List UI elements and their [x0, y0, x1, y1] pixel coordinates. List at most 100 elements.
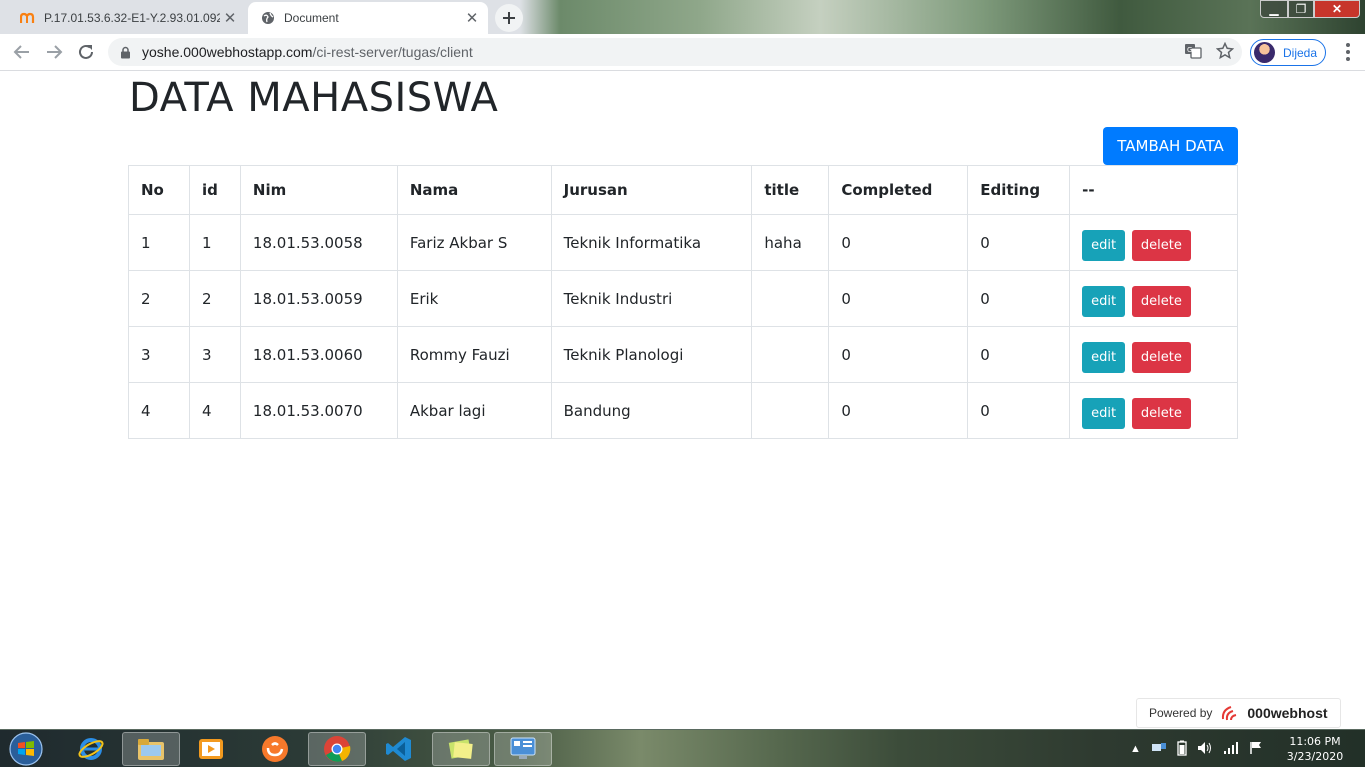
action-center-flag-icon[interactable]	[1249, 741, 1263, 758]
tab-moodle[interactable]: P.17.01.53.6.32-E1-Y.2.93.01.092- ✕	[8, 2, 246, 34]
cell-jurusan: Bandung	[550, 382, 753, 439]
url-path: /ci-rest-server/tugas/client	[312, 44, 473, 60]
header-id: id	[188, 165, 241, 215]
table-row: 3 3 18.01.53.0060 Rommy Fauzi Teknik Pla…	[128, 326, 1238, 383]
new-tab-button[interactable]	[495, 4, 523, 32]
cell-nama: Erik	[396, 270, 552, 327]
close-icon[interactable]: ✕	[462, 8, 482, 28]
menu-dots-icon[interactable]	[1340, 42, 1356, 62]
maximize-button[interactable]: ❐	[1288, 0, 1314, 18]
delete-button[interactable]: delete	[1131, 285, 1191, 317]
volume-icon[interactable]	[1197, 741, 1213, 758]
edit-button[interactable]: edit	[1082, 397, 1126, 429]
cell-editing: 0	[967, 214, 1071, 271]
back-button[interactable]	[10, 40, 34, 64]
vscode-icon[interactable]	[370, 732, 428, 766]
uc-browser-icon[interactable]	[246, 732, 304, 766]
network-flag-icon[interactable]	[1151, 741, 1167, 758]
close-window-button[interactable]: ✕	[1314, 0, 1360, 18]
back-arrow-icon	[13, 45, 29, 59]
page-title: DATA MAHASISWA	[129, 75, 499, 121]
cell-no: 4	[128, 382, 190, 439]
bookmark-star-icon[interactable]	[1215, 41, 1235, 65]
media-player-icon[interactable]	[182, 732, 240, 766]
cell-jurusan: Teknik Informatika	[550, 214, 753, 271]
table-row: 4 4 18.01.53.0070 Akbar lagi Bandung 0 0…	[128, 382, 1238, 439]
cell-actions: edit delete	[1069, 270, 1238, 327]
profile-button[interactable]: Dijeda	[1250, 39, 1326, 66]
cell-actions: edit delete	[1069, 382, 1238, 439]
add-data-button[interactable]: TAMBAH DATA	[1103, 127, 1238, 165]
minimize-button[interactable]: ▁	[1260, 0, 1288, 18]
avatar	[1254, 42, 1275, 63]
cell-completed: 0	[828, 214, 969, 271]
cell-nim: 18.01.53.0058	[239, 214, 398, 271]
reload-button[interactable]	[74, 40, 98, 64]
tab-document[interactable]: Document ✕	[248, 2, 488, 34]
svg-text:G: G	[1187, 46, 1192, 54]
edit-button[interactable]: edit	[1082, 341, 1126, 373]
start-button[interactable]	[4, 731, 48, 767]
translate-icon[interactable]: G	[1184, 42, 1202, 65]
plus-icon	[503, 12, 515, 24]
powered-by-badge[interactable]: Powered by 000webhost	[1136, 698, 1341, 728]
globe-icon	[260, 10, 276, 26]
header-nama: Nama	[396, 165, 552, 215]
cell-id: 3	[188, 326, 241, 383]
cell-nama: Rommy Fauzi	[396, 326, 552, 383]
cell-editing: 0	[967, 270, 1071, 327]
cell-title: haha	[751, 214, 830, 271]
cell-title	[751, 270, 830, 327]
signal-icon[interactable]	[1223, 741, 1239, 758]
header-title: title	[751, 165, 830, 215]
url-text: yoshe.000webhostapp.com/ci-rest-server/t…	[142, 44, 473, 60]
cell-jurusan: Teknik Planologi	[550, 326, 753, 383]
clock-time: 11:06 PM	[1289, 735, 1341, 748]
cell-no: 3	[128, 326, 190, 383]
address-bar[interactable]: yoshe.000webhostapp.com/ci-rest-server/t…	[108, 38, 1242, 66]
edit-button[interactable]: edit	[1082, 229, 1126, 261]
delete-button[interactable]: delete	[1131, 397, 1191, 429]
cell-nama: Fariz Akbar S	[396, 214, 552, 271]
cell-completed: 0	[828, 382, 969, 439]
reload-icon	[79, 44, 93, 59]
powered-by-brand: 000webhost	[1247, 705, 1328, 721]
tab-title: P.17.01.53.6.32-E1-Y.2.93.01.092-	[44, 11, 220, 25]
cell-title	[751, 326, 830, 383]
battery-icon[interactable]	[1177, 740, 1187, 759]
control-panel-icon[interactable]	[494, 732, 552, 766]
internet-explorer-icon[interactable]	[62, 732, 120, 766]
header-completed: Completed	[828, 165, 969, 215]
cell-id: 4	[188, 382, 241, 439]
forward-arrow-icon	[47, 45, 63, 59]
tab-title: Document	[284, 11, 339, 25]
delete-button[interactable]: delete	[1131, 341, 1191, 373]
header-jurusan: Jurusan	[550, 165, 753, 215]
delete-button[interactable]: delete	[1131, 229, 1191, 261]
forward-button[interactable]	[42, 40, 66, 64]
cell-id: 1	[188, 214, 241, 271]
cell-editing: 0	[967, 326, 1071, 383]
chrome-icon[interactable]	[308, 732, 366, 766]
header-nim: Nim	[239, 165, 398, 215]
student-table: No id Nim Nama Jurusan title Completed E…	[128, 165, 1238, 439]
edit-button[interactable]: edit	[1082, 285, 1126, 317]
000webhost-logo-icon	[1220, 704, 1242, 722]
browser-toolbar: yoshe.000webhostapp.com/ci-rest-server/t…	[0, 34, 1365, 71]
clock-date: 3/23/2020	[1286, 750, 1344, 763]
lock-icon	[120, 45, 132, 59]
browser-titlebar: P.17.01.53.6.32-E1-Y.2.93.01.092- ✕ Docu…	[0, 0, 1365, 34]
cell-nim: 18.01.53.0059	[239, 270, 398, 327]
show-hidden-icons-icon[interactable]: ▲	[1130, 743, 1141, 755]
table-header-row: No id Nim Nama Jurusan title Completed E…	[128, 165, 1238, 215]
header-no: No	[128, 165, 190, 215]
close-icon[interactable]: ✕	[220, 8, 240, 28]
windows-taskbar: ▲ 11:06 PM 3/23/2020	[0, 729, 1365, 767]
table-row: 1 1 18.01.53.0058 Fariz Akbar S Teknik I…	[128, 214, 1238, 271]
taskbar-clock[interactable]: 11:06 PM 3/23/2020	[1282, 734, 1348, 764]
notes-app-icon[interactable]	[432, 732, 490, 766]
cell-title	[751, 382, 830, 439]
file-explorer-icon[interactable]	[122, 732, 180, 766]
cell-completed: 0	[828, 270, 969, 327]
cell-jurusan: Teknik Industri	[550, 270, 753, 327]
